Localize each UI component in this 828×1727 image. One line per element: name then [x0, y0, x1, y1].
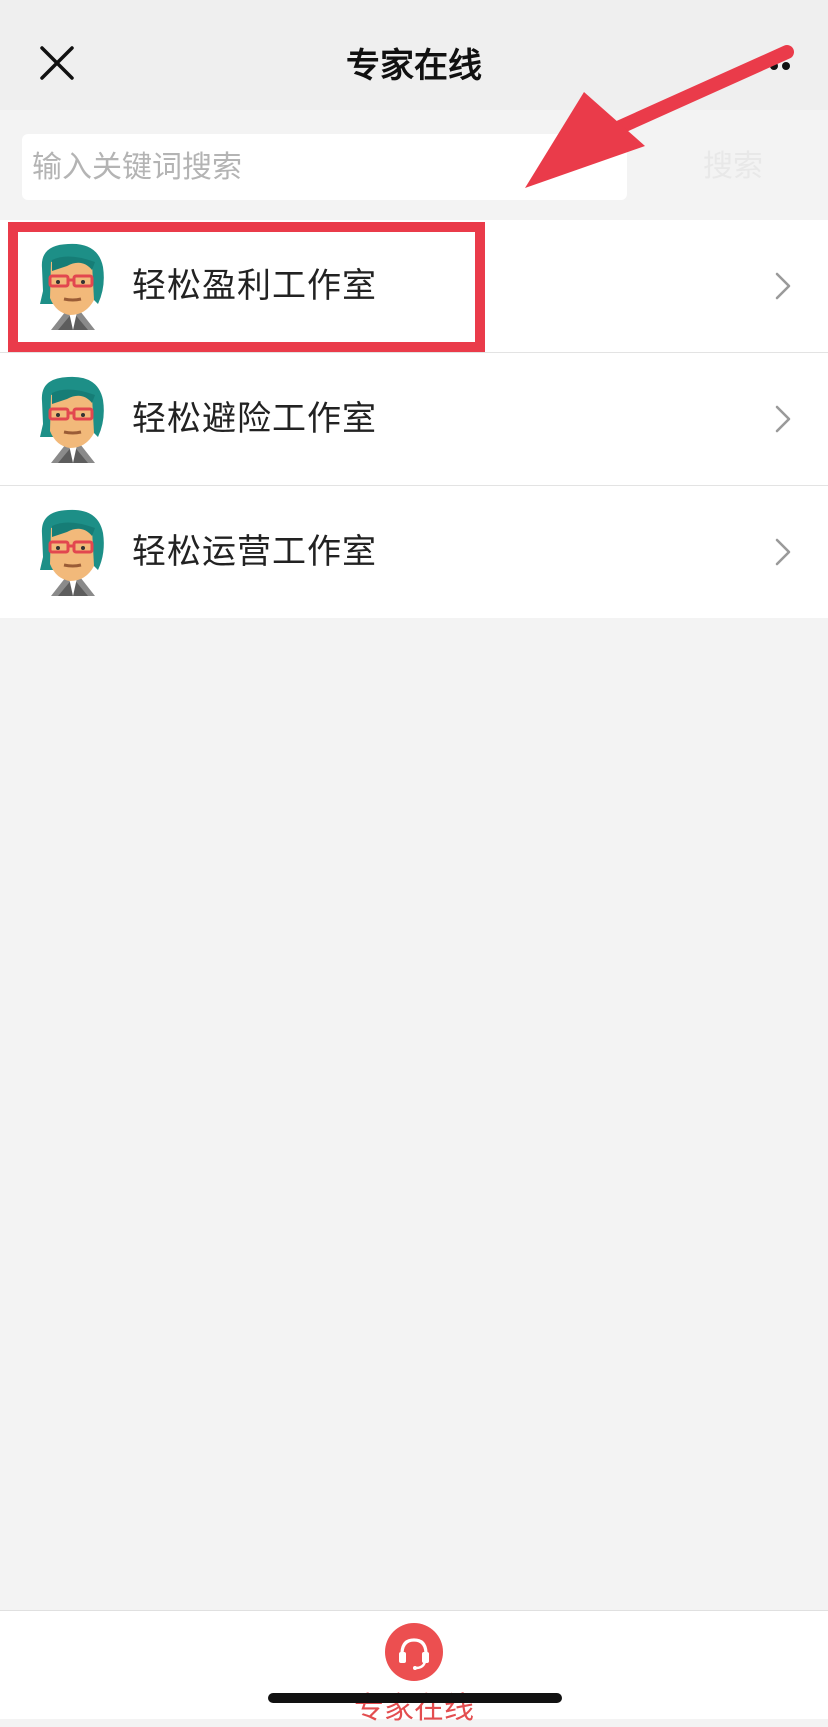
list-item[interactable]: 轻松盈利工作室: [0, 220, 828, 353]
more-icon[interactable]: [758, 56, 828, 76]
list-item-label: 轻松盈利工作室: [132, 266, 377, 306]
list-item-label: 轻松运营工作室: [132, 532, 377, 572]
expert-list: 轻松盈利工作室 轻松避险工作室 轻松运营工作室: [0, 220, 828, 618]
chevron-right-icon: [772, 403, 794, 435]
chevron-right-icon: [772, 536, 794, 568]
chevron-right-icon: [772, 270, 794, 302]
list-item[interactable]: 轻松运营工作室: [0, 486, 828, 618]
avatar: [28, 506, 118, 596]
home-indicator: [268, 1693, 562, 1703]
avatar: [28, 240, 118, 330]
top-bar: 专家在线: [0, 0, 828, 110]
search-bar: 搜索: [0, 110, 828, 220]
search-button[interactable]: 搜索: [678, 134, 788, 200]
tab-label[interactable]: 专家在线: [0, 1683, 828, 1727]
list-item-label: 轻松避险工作室: [132, 399, 377, 439]
avatar: [28, 373, 118, 463]
search-input[interactable]: [22, 134, 627, 200]
headset-icon[interactable]: [385, 1623, 443, 1681]
list-item[interactable]: 轻松避险工作室: [0, 353, 828, 486]
